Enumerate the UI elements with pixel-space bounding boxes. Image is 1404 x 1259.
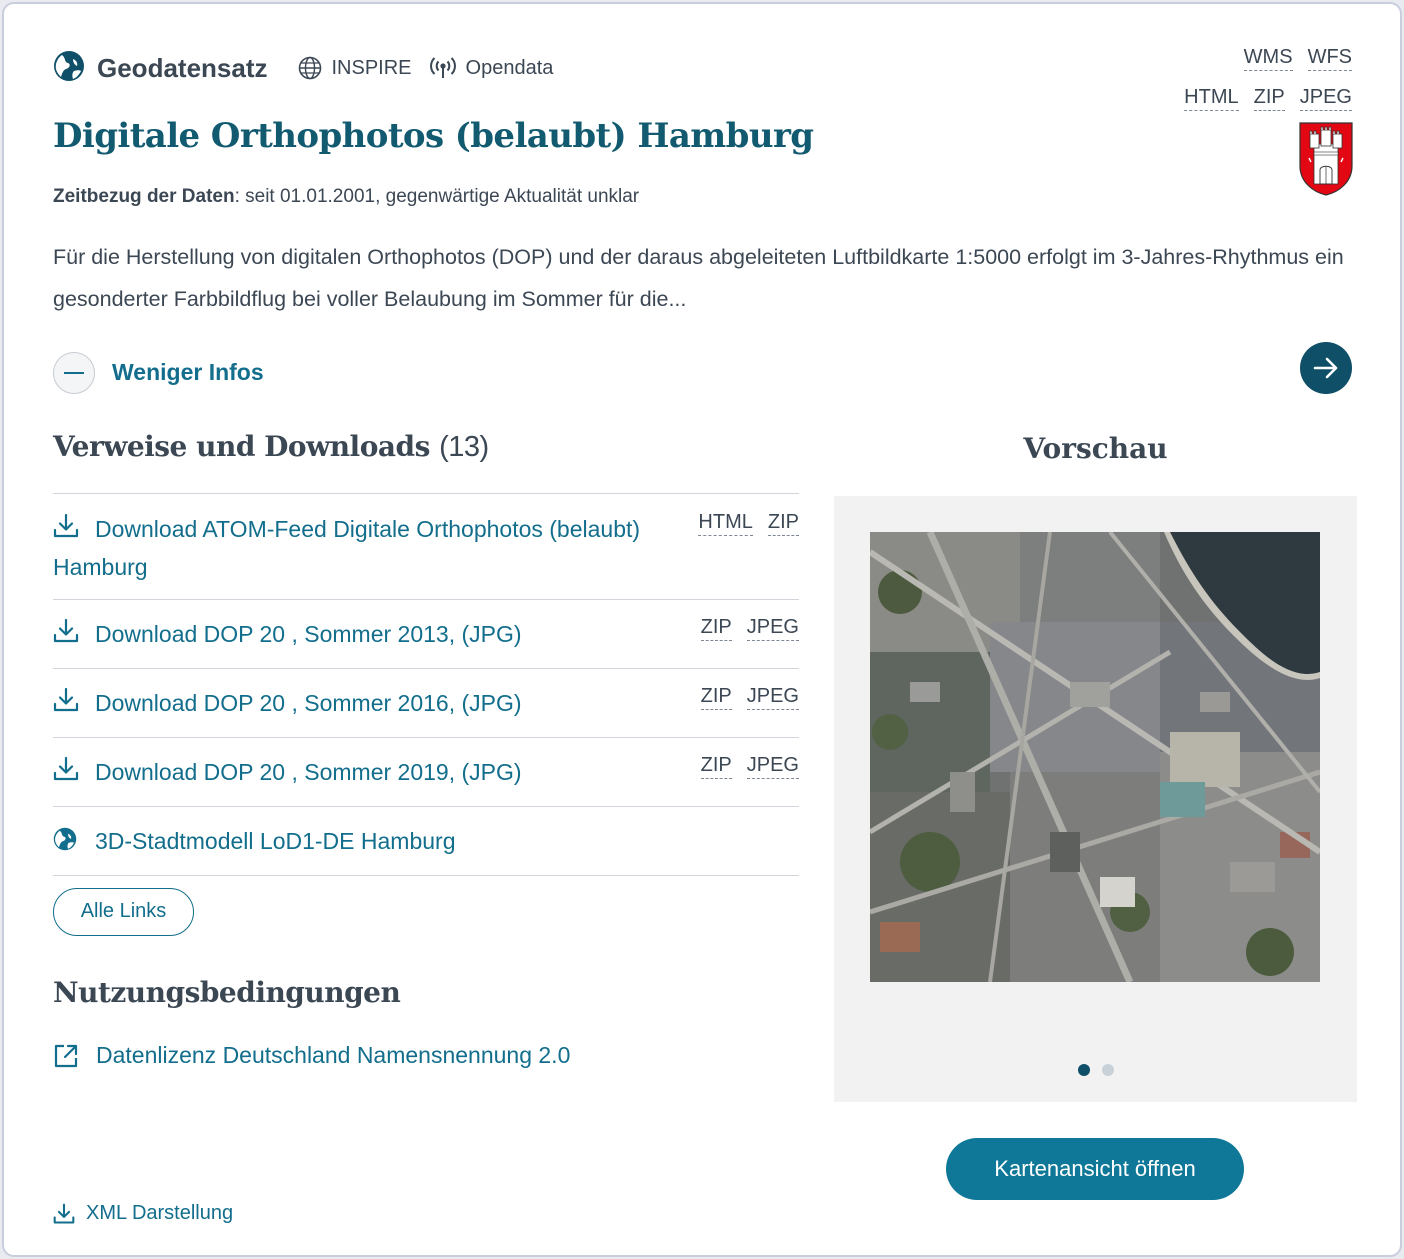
links-section-title-text: Verweise und Downloads <box>53 430 430 463</box>
format-link-wfs[interactable]: WFS <box>1307 46 1352 71</box>
format-link-zip[interactable]: ZIP <box>700 754 732 779</box>
service-format-links: WMS WFS HTML ZIP JPEG <box>1169 46 1352 126</box>
carousel-dot-1[interactable] <box>1077 1064 1090 1076</box>
download-icon <box>53 618 79 654</box>
link-formats: ZIP JPEG <box>686 685 799 710</box>
time-reference-label: Zeitbezug der Daten <box>53 186 235 207</box>
license-link[interactable]: Datenlizenz Deutschland Namensnennung 2.… <box>53 1042 570 1069</box>
link-formats: ZIP JPEG <box>686 754 799 779</box>
links-list: Download ATOM-Feed Digitale Orthophotos … <box>53 493 799 876</box>
list-item: Download DOP 20 , Sommer 2019, (JPG) ZIP… <box>53 738 799 807</box>
all-links-button[interactable]: Alle Links <box>53 888 194 936</box>
carousel-dots <box>834 1064 1357 1076</box>
dataset-type-row: Geodatensatz INSPIRE Opendata <box>53 50 553 86</box>
broadcast-icon <box>429 57 456 78</box>
list-item: Download ATOM-Feed Digitale Orthophotos … <box>53 494 799 600</box>
format-link-wms[interactable]: WMS <box>1243 46 1293 71</box>
format-link-html[interactable]: HTML <box>1184 86 1239 111</box>
list-item: 3D-Stadtmodell LoD1-DE Hamburg <box>53 807 799 876</box>
download-icon <box>53 1203 75 1223</box>
format-link-html[interactable]: HTML <box>698 511 753 536</box>
opendata-label: Opendata <box>465 56 554 79</box>
preview-carousel <box>834 496 1357 1102</box>
arrow-right-icon <box>1313 357 1338 379</box>
license-label: Datenlizenz Deutschland Namensnennung 2.… <box>96 1042 571 1068</box>
link-label: Download DOP 20 , Sommer 2016, (JPG) <box>95 690 522 716</box>
hamburg-coat-of-arms-icon <box>1299 122 1353 196</box>
format-link-zip[interactable]: ZIP <box>700 616 732 641</box>
carousel-dot-2[interactable] <box>1101 1064 1114 1076</box>
globe-icon <box>53 50 85 87</box>
list-item: Download DOP 20 , Sommer 2013, (JPG) ZIP… <box>53 600 799 669</box>
link-formats: ZIP JPEG <box>686 616 799 641</box>
dataset-card: Geodatensatz INSPIRE Opendata WMS WFS HT… <box>2 2 1402 1257</box>
less-info-label[interactable]: Weniger Infos <box>112 359 264 386</box>
inspire-badge: INSPIRE <box>298 56 412 80</box>
link-label: Download ATOM-Feed Digitale Orthophotos … <box>53 516 641 580</box>
time-reference-value: : seit 01.01.2001, gegenwärtige Aktualit… <box>234 186 640 207</box>
list-item: Download DOP 20 , Sommer 2016, (JPG) ZIP… <box>53 669 799 738</box>
opendata-badge: Opendata <box>429 56 554 80</box>
format-link-jpeg[interactable]: JPEG <box>746 685 799 710</box>
links-count: (13) <box>439 431 489 463</box>
format-link-jpeg[interactable]: JPEG <box>746 616 799 641</box>
dataset-type-label: Geodatensatz <box>97 52 268 83</box>
globe-icon <box>53 825 79 861</box>
external-link-icon <box>54 1044 78 1067</box>
link-3d-city-model[interactable]: 3D-Stadtmodell LoD1-DE Hamburg <box>53 823 799 861</box>
link-formats: HTML ZIP <box>683 511 799 536</box>
format-link-zip[interactable]: ZIP <box>1253 86 1285 111</box>
link-atom-feed[interactable]: Download ATOM-Feed Digitale Orthophotos … <box>53 511 693 585</box>
inspire-globe-icon <box>298 56 321 80</box>
links-section-title: Verweise und Downloads (13) <box>53 430 489 464</box>
format-link-zip[interactable]: ZIP <box>700 685 732 710</box>
format-link-jpeg[interactable]: JPEG <box>746 754 799 779</box>
link-label: 3D-Stadtmodell LoD1-DE Hamburg <box>95 828 456 854</box>
format-link-jpeg[interactable]: JPEG <box>1299 86 1352 111</box>
link-label: Download DOP 20 , Sommer 2019, (JPG) <box>95 759 522 785</box>
less-info-toggle[interactable] <box>53 352 95 394</box>
aerial-photo-preview[interactable] <box>870 532 1320 982</box>
time-reference: Zeitbezug der Daten: seit 01.01.2001, ge… <box>53 186 639 208</box>
format-link-zip[interactable]: ZIP <box>767 511 799 536</box>
open-dataset-button[interactable] <box>1300 342 1352 394</box>
preview-title: Vorschau <box>1023 432 1168 465</box>
dataset-title[interactable]: Digitale Orthophotos (belaubt) Hamburg <box>53 116 814 156</box>
download-icon <box>53 513 79 549</box>
xml-view-link[interactable]: XML Darstellung <box>53 1202 233 1225</box>
link-label: Download DOP 20 , Sommer 2013, (JPG) <box>95 621 522 647</box>
inspire-label: INSPIRE <box>331 56 412 79</box>
dataset-description: Für die Herstellung von digitalen Orthop… <box>53 245 1344 311</box>
terms-section-title: Nutzungsbedingungen <box>53 976 401 1009</box>
open-map-view-button[interactable]: Kartenansicht öffnen <box>946 1138 1244 1200</box>
xml-view-label: XML Darstellung <box>86 1202 234 1224</box>
download-icon <box>53 756 79 792</box>
download-icon <box>53 687 79 723</box>
